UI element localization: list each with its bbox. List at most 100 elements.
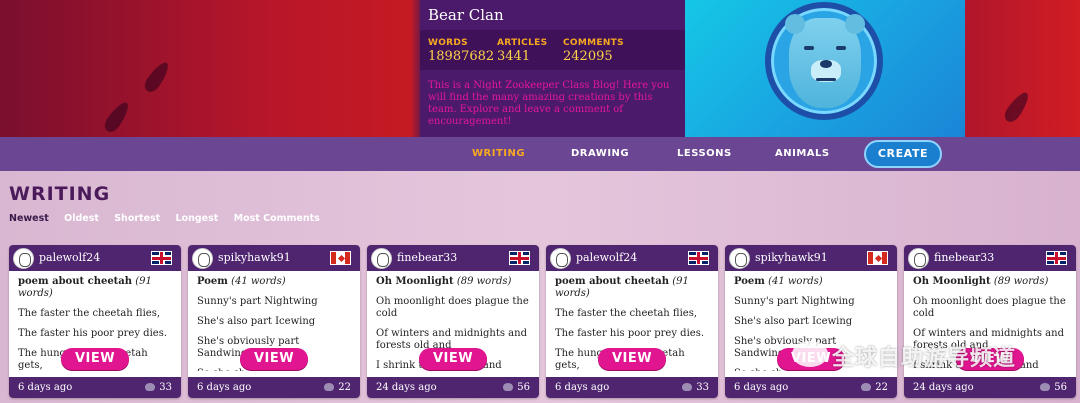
watermark-logo-icon	[792, 341, 828, 367]
stat-label: COMMENTS	[563, 38, 624, 48]
stat-articles: ARTICLES 3441	[497, 38, 547, 64]
writing-card-grid: palewolf24 poem about cheetah (91 words) T…	[9, 245, 1080, 403]
card-footer: 24 days ago 56	[904, 377, 1076, 398]
username[interactable]: finebear33	[934, 251, 994, 264]
posted-ago: 6 days ago	[18, 382, 73, 393]
user-avatar[interactable]	[908, 248, 929, 269]
username[interactable]: palewolf24	[576, 251, 637, 264]
sort-longest[interactable]: Longest	[176, 213, 219, 224]
sort-most-comments[interactable]: Most Comments	[234, 213, 320, 224]
sort-newest[interactable]: Newest	[9, 213, 49, 224]
writing-card[interactable]: finebear33 Oh Moonlight (89 words) Oh moon…	[367, 245, 539, 398]
likes-count[interactable]: 56	[1040, 382, 1067, 393]
stat-label: ARTICLES	[497, 38, 548, 48]
excerpt-line: Oh moonlight does plague the cold	[376, 296, 529, 319]
card-header: palewolf24	[546, 245, 718, 271]
card-header: finebear33	[367, 245, 539, 271]
card-footer: 24 days ago 56	[367, 377, 539, 398]
uk-flag-icon	[151, 251, 172, 265]
writing-card[interactable]: spikyhawk91 Poem (41 words) Sunny's part N…	[725, 245, 897, 398]
like-bird-icon	[324, 383, 335, 391]
create-button[interactable]: CREATE	[864, 140, 942, 168]
user-avatar[interactable]	[550, 248, 571, 269]
like-bird-icon	[1040, 383, 1051, 391]
posted-ago: 24 days ago	[376, 382, 437, 393]
excerpt-line: Oh moonlight does plague the cold	[913, 296, 1066, 319]
excerpt-line: Sunny's part Nightwing	[734, 296, 855, 307]
clan-description: This is a Night Zookeeper Class Blog! He…	[428, 80, 670, 127]
writing-card[interactable]: finebear33 Oh Moonlight (89 words) Oh moon…	[904, 245, 1076, 398]
like-bird-icon	[145, 383, 156, 391]
writing-card[interactable]: spikyhawk91 Poem (41 words) Sunny's part N…	[188, 245, 360, 398]
user-avatar[interactable]	[192, 248, 213, 269]
excerpt-line: She's also part Icewing	[197, 316, 316, 327]
excerpt-line: The faster his poor prey dies.	[555, 328, 705, 339]
card-header: finebear33	[904, 245, 1076, 271]
page-title: WRITING	[9, 183, 111, 205]
user-avatar[interactable]	[729, 248, 750, 269]
excerpt-line: The faster his poor prey dies.	[18, 328, 168, 339]
sort-shortest[interactable]: Shortest	[114, 213, 160, 224]
card-footer: 6 days ago 33	[9, 377, 181, 398]
card-footer: 6 days ago 33	[546, 377, 718, 398]
likes-count[interactable]: 22	[324, 382, 351, 393]
card-header: palewolf24	[9, 245, 181, 271]
canada-flag-icon	[867, 251, 888, 265]
like-bird-icon	[503, 383, 514, 391]
nav-lessons[interactable]: LESSONS	[677, 148, 732, 159]
bear-ear	[785, 14, 805, 34]
likes-value: 33	[159, 382, 172, 393]
card-footer: 6 days ago 22	[188, 377, 360, 398]
nav-drawing[interactable]: DRAWING	[571, 148, 629, 159]
likes-count[interactable]: 22	[861, 382, 888, 393]
like-bird-icon	[682, 383, 693, 391]
bear-mouth	[816, 78, 836, 81]
likes-value: 56	[517, 382, 530, 393]
user-avatar[interactable]	[13, 248, 34, 269]
card-header: spikyhawk91	[188, 245, 360, 271]
posted-ago: 6 days ago	[197, 382, 252, 393]
likes-value: 56	[1054, 382, 1067, 393]
excerpt-line: Sunny's part Nightwing	[197, 296, 318, 307]
stat-label: WORDS	[428, 38, 468, 48]
sort-options: Newest Oldest Shortest Longest Most Comm…	[9, 213, 332, 224]
username[interactable]: finebear33	[397, 251, 457, 264]
uk-flag-icon	[1046, 251, 1067, 265]
likes-count[interactable]: 56	[503, 382, 530, 393]
username[interactable]: spikyhawk91	[755, 251, 828, 264]
bear-avatar-icon	[765, 2, 883, 120]
writing-card[interactable]: palewolf24 poem about cheetah (91 words) T…	[9, 245, 181, 398]
likes-count[interactable]: 33	[682, 382, 709, 393]
stat-value: 3441	[497, 49, 531, 64]
nav-animals[interactable]: ANIMALS	[775, 148, 830, 159]
view-button[interactable]: VIEW	[240, 348, 308, 370]
username[interactable]: palewolf24	[39, 251, 100, 264]
stat-value: 18987682	[428, 49, 495, 64]
writing-card[interactable]: palewolf24 poem about cheetah (91 words) T…	[546, 245, 718, 398]
posted-ago: 24 days ago	[913, 382, 974, 393]
clan-info-panel: Bear Clan WORDS 18987682 ARTICLES 3441 C…	[420, 0, 685, 137]
likes-value: 33	[696, 382, 709, 393]
username[interactable]: spikyhawk91	[218, 251, 291, 264]
uk-flag-icon	[688, 251, 709, 265]
feather-decoration	[101, 99, 133, 135]
stat-words: WORDS 18987682	[428, 38, 494, 64]
sort-oldest[interactable]: Oldest	[64, 213, 99, 224]
likes-count[interactable]: 33	[145, 382, 172, 393]
posted-ago: 6 days ago	[555, 382, 610, 393]
view-button[interactable]: VIEW	[419, 348, 487, 370]
nav-writing[interactable]: WRITING	[472, 148, 525, 159]
likes-value: 22	[875, 382, 888, 393]
card-header: spikyhawk91	[725, 245, 897, 271]
bear-head	[785, 14, 865, 108]
view-button[interactable]: VIEW	[61, 348, 129, 370]
article-title: Oh Moonlight	[913, 276, 991, 287]
excerpt-line: The faster the cheetah flies,	[18, 308, 161, 319]
watermark-text: 全球自助游导频道	[832, 346, 1017, 371]
article-title: Poem	[197, 276, 228, 287]
word-count: (41 words)	[768, 276, 823, 287]
excerpt-line: She's also part Icewing	[734, 316, 853, 327]
user-avatar[interactable]	[371, 248, 392, 269]
view-button[interactable]: VIEW	[598, 348, 666, 370]
posted-ago: 6 days ago	[734, 382, 789, 393]
